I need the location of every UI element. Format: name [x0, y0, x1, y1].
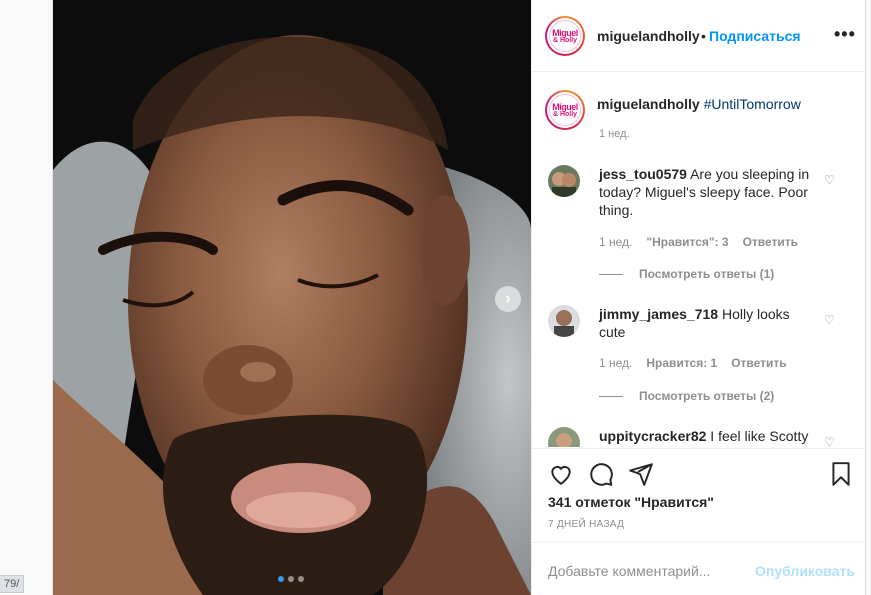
carousel-dot-2 — [288, 576, 294, 582]
post-side-panel: Miguel & Holly miguelandholly • Подписат… — [531, 0, 868, 595]
caption-avatar[interactable]: Miguel & Holly — [545, 90, 585, 130]
likes-count[interactable]: 341 отметок "Нравится" — [548, 494, 714, 510]
more-options-icon[interactable]: ••• — [834, 24, 856, 45]
header-separator: • — [701, 28, 706, 44]
header-username[interactable]: miguelandholly — [597, 28, 700, 44]
heart-icon[interactable]: ♡ — [824, 173, 835, 187]
post-header: Miguel & Holly miguelandholly • Подписат… — [532, 0, 867, 72]
comment-icon[interactable] — [588, 461, 614, 487]
reply-button[interactable]: Ответить — [743, 235, 798, 249]
bookmark-icon[interactable] — [828, 461, 854, 487]
comment-meta: 1 нед. "Нравится": 3 Ответить — [599, 235, 798, 249]
logo-icon: Miguel & Holly — [549, 94, 581, 126]
post-date[interactable]: 7 ДНЕЙ НАЗАД — [548, 519, 624, 530]
avatar[interactable]: Miguel & Holly — [545, 16, 585, 56]
reply-button[interactable]: Ответить — [731, 356, 786, 370]
view-replies[interactable]: Посмотреть ответы (1) — [599, 267, 774, 281]
comment-likes[interactable]: Нравится: 1 — [646, 356, 717, 370]
avatar[interactable] — [548, 305, 580, 337]
comment-text: jimmy_james_718 Holly looks cute — [599, 306, 790, 340]
share-icon[interactable] — [628, 461, 654, 487]
avatar[interactable] — [548, 165, 580, 197]
comment-meta: 1 нед. Нравится: 1 Ответить — [599, 356, 787, 370]
post-photo[interactable] — [53, 0, 531, 595]
follow-button[interactable]: Подписаться — [709, 28, 801, 44]
comment-input[interactable] — [548, 563, 748, 579]
avatar[interactable] — [548, 427, 580, 447]
caption-hashtag[interactable]: #UntilTomorrow — [704, 96, 801, 112]
divider — [599, 395, 623, 397]
caption: miguelandholly #UntilTomorrow — [597, 96, 801, 112]
post-comment-button[interactable]: Опубликовать — [755, 563, 855, 579]
next-photo-button[interactable]: › — [495, 286, 521, 312]
heart-icon[interactable] — [548, 461, 574, 487]
carousel-dot-3 — [298, 576, 304, 582]
carousel-dot-1 — [278, 576, 284, 582]
status-url: 79/ — [0, 575, 25, 593]
comment-username[interactable]: jess_tou0579 — [599, 166, 687, 182]
comment-text: jess_tou0579 Are you sleeping in today? … — [599, 166, 810, 218]
add-comment-bar: Опубликовать — [532, 542, 867, 595]
heart-icon[interactable]: ♡ — [824, 435, 835, 447]
carousel-dots — [278, 576, 304, 582]
chevron-right-icon: › — [505, 290, 511, 307]
comment-text: uppitycracker82 I feel like Scotty — [599, 428, 809, 444]
comment-likes[interactable]: "Нравится": 3 — [646, 235, 728, 249]
comment-time[interactable]: 1 нед. — [599, 356, 632, 370]
comment-time[interactable]: 1 нед. — [599, 235, 632, 249]
logo-icon: Miguel & Holly — [549, 20, 581, 52]
comment-username[interactable]: uppitycracker82 — [599, 428, 706, 444]
caption-username[interactable]: miguelandholly — [597, 96, 700, 112]
sleeping-man-photo — [53, 0, 531, 595]
left-gutter: 79/ — [0, 0, 53, 595]
heart-icon[interactable]: ♡ — [824, 313, 835, 327]
comment-username[interactable]: jimmy_james_718 — [599, 306, 718, 322]
divider — [599, 273, 623, 275]
view-replies[interactable]: Посмотреть ответы (2) — [599, 389, 774, 403]
caption-time[interactable]: 1 нед. — [599, 128, 630, 140]
comment-item: uppitycracker82 I feel like Scotty ♡ — [548, 427, 868, 447]
